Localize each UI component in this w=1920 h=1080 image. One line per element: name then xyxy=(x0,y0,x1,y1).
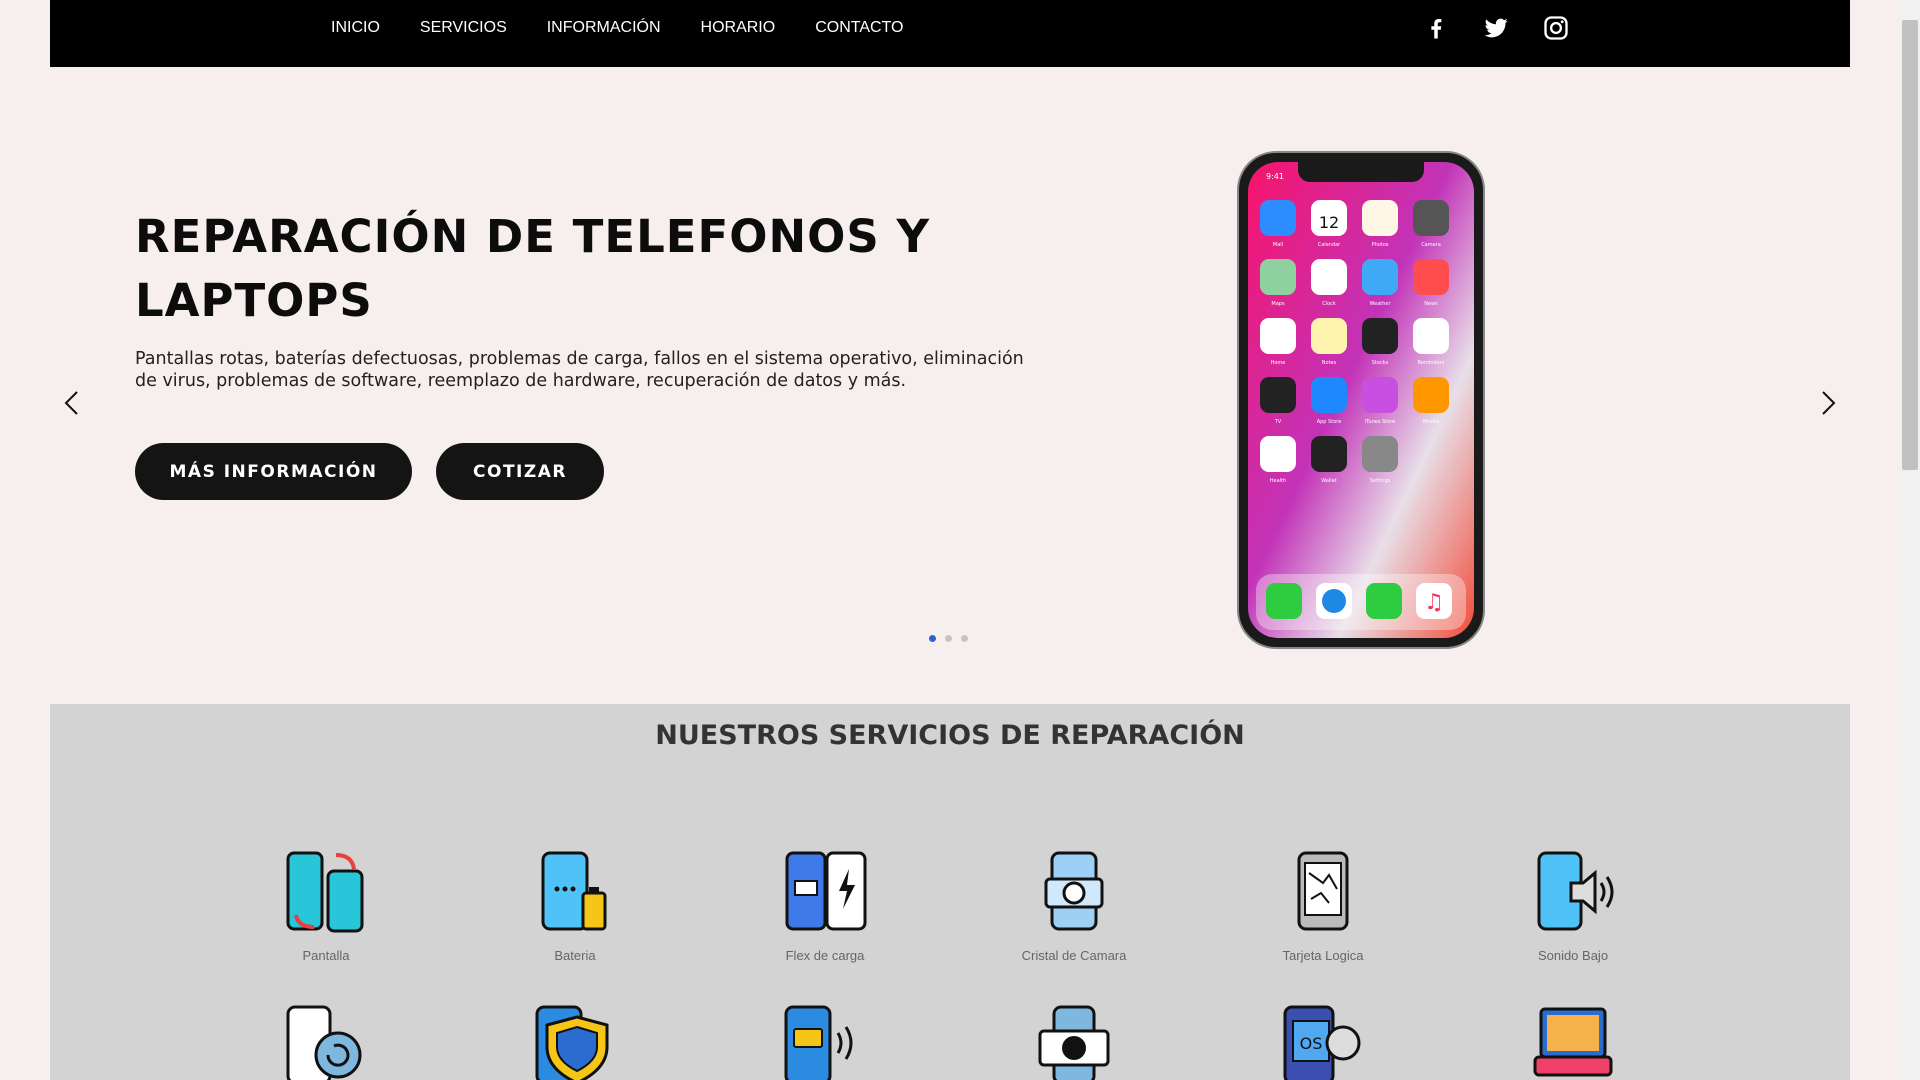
phone-app-notes-icon xyxy=(1311,318,1347,354)
more-info-button[interactable]: MÁS INFORMACIÓN xyxy=(135,443,412,500)
hero-description: Pantallas rotas, baterías defectuosas, p… xyxy=(135,349,1024,391)
battery-phone-icon xyxy=(541,851,607,931)
phone-app-camera-icon xyxy=(1413,200,1449,236)
carousel-prev-arrow-icon[interactable] xyxy=(58,388,88,418)
phone-app-tv-icon xyxy=(1260,377,1296,413)
svg-text:♫: ♫ xyxy=(1424,590,1444,615)
svg-text:OS: OS xyxy=(1300,1034,1323,1053)
social-links xyxy=(1422,14,1570,42)
nav-links: INICIO SERVICIOS INFORMACIÓN HORARIO CON… xyxy=(331,0,903,56)
carousel-dot-3[interactable] xyxy=(961,635,968,642)
hero-title: REPARACIÓN DE TELEFONOS Y LAPTOPS xyxy=(135,210,931,327)
phone-app-home-icon xyxy=(1260,318,1296,354)
iphone-image: 9:41 Mail Calendar 12 Photos Camera Maps Clock… xyxy=(1237,151,1485,649)
phone-app-label: App Store xyxy=(1317,419,1342,425)
phone-app-label: Health xyxy=(1270,478,1286,484)
phone-app-label: Calendar xyxy=(1318,242,1341,248)
services-title: NUESTROS SERVICIOS DE REPARACIÓN xyxy=(655,720,1245,751)
page-scrollbar[interactable] xyxy=(1900,0,1920,1080)
service-pantalla[interactable]: Pantalla xyxy=(236,849,416,963)
nfc-payment-icon[interactable] xyxy=(782,1003,866,1080)
phone-app-label: Weather xyxy=(1369,301,1391,307)
charging-flex-icon xyxy=(785,851,867,931)
phone-app-label: Settings xyxy=(1370,478,1391,484)
water-damage-shield-icon[interactable] xyxy=(533,1003,617,1080)
scrollbar-thumb[interactable] xyxy=(1902,20,1918,470)
service-label: Tarjeta Logica xyxy=(1282,948,1364,963)
phone-app-stocks-icon xyxy=(1362,318,1398,354)
low-sound-icon xyxy=(1537,851,1614,931)
phone-app-label: Wallet xyxy=(1321,478,1337,484)
phone-dock-messages-icon xyxy=(1366,583,1402,619)
phone-app-clock-icon xyxy=(1311,259,1347,295)
phone-refresh-icon[interactable] xyxy=(284,1003,368,1080)
facebook-icon[interactable] xyxy=(1422,14,1450,42)
service-cristal-camara[interactable]: Cristal de Camara xyxy=(984,849,1164,963)
phone-app-settings-icon xyxy=(1362,436,1398,472)
phone-app-label: TV xyxy=(1274,419,1282,425)
nav-link-contacto[interactable]: CONTACTO xyxy=(815,19,903,37)
service-label: Cristal de Camara xyxy=(1021,948,1127,963)
phone-dock-phone-icon xyxy=(1266,583,1302,619)
screen-swap-icon xyxy=(286,851,364,933)
phone-app-news-icon xyxy=(1413,259,1449,295)
nav-link-inicio[interactable]: INICIO xyxy=(331,19,380,37)
phone-app-photos-icon xyxy=(1362,200,1398,236)
top-navbar: INICIO SERVICIOS INFORMACIÓN HORARIO CON… xyxy=(50,0,1850,67)
os-update-icon[interactable]: OS xyxy=(1281,1003,1365,1080)
carousel-next-arrow-icon[interactable] xyxy=(1812,388,1842,418)
nav-link-horario[interactable]: HORARIO xyxy=(701,19,776,37)
phone-app-label: Stocks xyxy=(1372,360,1389,366)
camera-glass-icon xyxy=(1044,851,1104,931)
carousel-dots xyxy=(929,635,968,642)
phone-app-reminders-icon xyxy=(1413,318,1449,354)
phone-app-maps-icon xyxy=(1260,259,1296,295)
instagram-icon[interactable] xyxy=(1542,14,1570,42)
phone-app-weather-icon xyxy=(1362,259,1398,295)
quote-button[interactable]: COTIZAR xyxy=(436,443,604,500)
service-tarjeta-logica[interactable]: Tarjeta Logica xyxy=(1233,849,1413,963)
nav-link-servicios[interactable]: SERVICIOS xyxy=(420,19,507,37)
phone-app-label: iBooks xyxy=(1423,419,1440,425)
phone-app-label: News xyxy=(1424,301,1438,307)
twitter-icon[interactable] xyxy=(1482,14,1510,42)
phone-calendar-date: 12 xyxy=(1319,213,1339,232)
phone-app-itunes-store-icon xyxy=(1362,377,1398,413)
carousel-dot-1[interactable] xyxy=(929,635,936,642)
phone-app-label: Mail xyxy=(1273,242,1283,248)
phone-app-label: Notes xyxy=(1322,360,1337,366)
service-label: Pantalla xyxy=(302,948,350,963)
service-flex-carga[interactable]: Flex de carga xyxy=(735,849,915,963)
service-label: Flex de carga xyxy=(785,948,865,963)
service-label: Sonido Bajo xyxy=(1537,948,1609,963)
camera-module-icon[interactable] xyxy=(1032,1003,1116,1080)
laptop-icon[interactable] xyxy=(1531,1003,1615,1080)
phone-app-label: Clock xyxy=(1322,301,1336,307)
phone-app-label: Reminders xyxy=(1418,360,1445,366)
logic-board-icon xyxy=(1297,851,1349,931)
service-sonido-bajo[interactable]: Sonido Bajo xyxy=(1483,849,1663,963)
carousel-dot-2[interactable] xyxy=(945,635,952,642)
phone-app-label: iTunes Store xyxy=(1365,419,1396,425)
phone-app-ibooks-icon xyxy=(1413,377,1449,413)
nav-link-informacion[interactable]: INFORMACIÓN xyxy=(547,19,661,37)
service-label: Bateria xyxy=(554,948,596,963)
phone-app-wallet-icon xyxy=(1311,436,1347,472)
phone-app-mail-icon xyxy=(1260,200,1296,236)
phone-app-label: Maps xyxy=(1271,301,1285,307)
service-bateria[interactable]: Bateria xyxy=(485,849,665,963)
phone-app-label: Home xyxy=(1271,360,1286,366)
phone-time: 9:41 xyxy=(1266,172,1284,181)
phone-app-health-icon xyxy=(1260,436,1296,472)
phone-app-label: Photos xyxy=(1372,242,1389,248)
phone-app-app-store-icon xyxy=(1311,377,1347,413)
phone-app-label: Camera xyxy=(1421,242,1441,248)
